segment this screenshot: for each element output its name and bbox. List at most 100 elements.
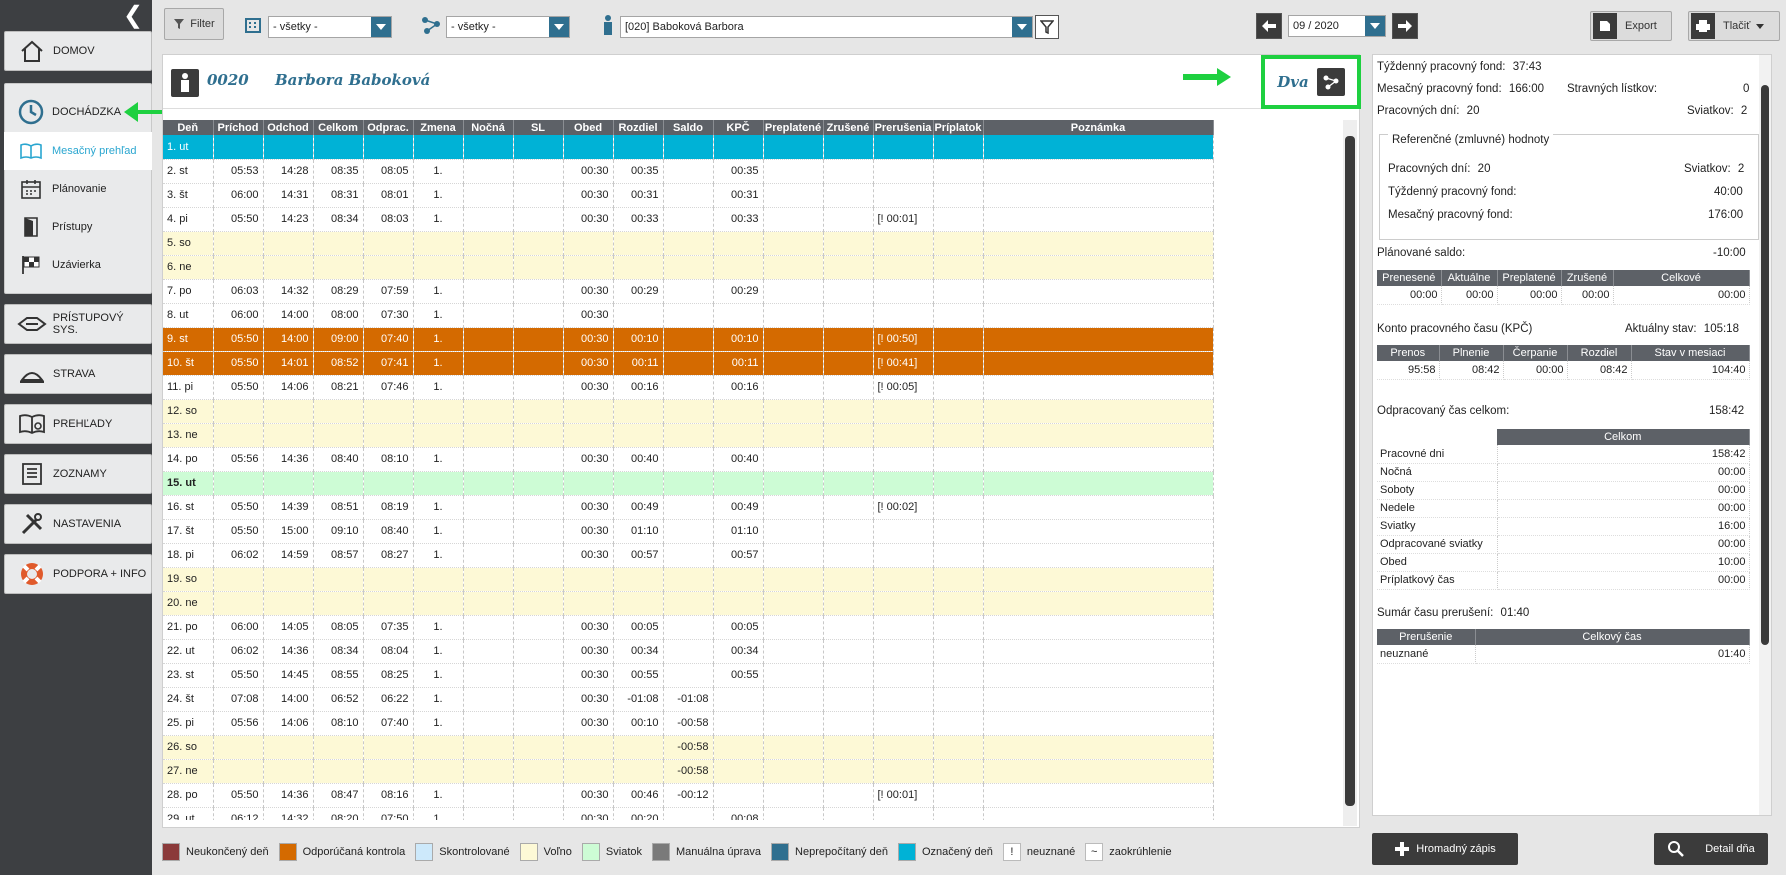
chevron-down-icon[interactable]: [1756, 23, 1765, 29]
table-row[interactable]: 10. št 05:50 14:01 08:52 07:41 1. 00:30 00:11 00…: [163, 351, 1214, 376]
nav-strava[interactable]: STRAVA: [4, 354, 152, 394]
table-row[interactable]: 29. ut 06:12 14:32 08:20 07:50 1. 00:30 00:20 00…: [163, 807, 1214, 820]
chevron-down-icon[interactable]: [371, 17, 391, 37]
table-cell: 07:35: [363, 615, 414, 640]
table-row[interactable]: 5. so: [163, 231, 1214, 256]
column-header[interactable]: Príchod: [213, 120, 264, 135]
table-cell: [363, 423, 414, 448]
table-cell: 14:36: [263, 447, 314, 472]
day-detail-button[interactable]: Detail dňa: [1654, 833, 1768, 865]
table-row[interactable]: 21. po 06:00 14:05 08:05 07:35 1. 00:30 00:05 00…: [163, 615, 1214, 640]
scrollbar-thumb[interactable]: [1345, 136, 1355, 806]
table-row[interactable]: 28. po 05:50 14:36 08:47 08:16 1. 00:30 00:46 -0…: [163, 783, 1214, 808]
print-button[interactable]: Tlačiť: [1688, 11, 1780, 41]
table-row[interactable]: 27. ne -00:58: [163, 759, 1214, 784]
employee-group[interactable]: Dva: [1261, 55, 1361, 109]
table-cell: 12. so: [163, 399, 214, 424]
scrollbar-thumb[interactable]: [1761, 85, 1769, 645]
table-row[interactable]: 23. st 05:50 14:45 08:55 08:25 1. 00:30 00:55 00…: [163, 663, 1214, 688]
table-row[interactable]: 2. st 05:53 14:28 08:35 08:05 1. 00:30 00:35 00:…: [163, 159, 1214, 184]
nav-prehlady[interactable]: PREHĽADY: [4, 404, 152, 444]
weekly-fund-value: 37:43: [1512, 61, 1542, 73]
subnav-uzavierka[interactable]: Uzávierka: [4, 246, 152, 284]
bulk-entry-button[interactable]: Hromadný zápis: [1372, 833, 1518, 865]
column-header[interactable]: Odchod: [263, 120, 314, 135]
table-cell: 00:30: [563, 807, 614, 820]
column-header[interactable]: Preplatené: [763, 120, 824, 135]
nav-pristupovy-sys[interactable]: PRÍSTUPOVÝ SYS.: [4, 304, 152, 344]
column-header[interactable]: Celkom: [313, 120, 364, 135]
magnifier-icon: [1668, 841, 1685, 857]
table-scrollbar[interactable]: [1343, 120, 1357, 826]
table-row[interactable]: 14. po 05:56 14:36 08:40 08:10 1. 00:30 00:40 00…: [163, 447, 1214, 472]
export-button[interactable]: Export: [1590, 11, 1672, 41]
table-row[interactable]: 11. pi 05:50 14:06 08:21 07:46 1. 00:30 00:16 00…: [163, 375, 1214, 400]
table-row[interactable]: 13. ne: [163, 423, 1214, 448]
subnav-planovanie[interactable]: Plánovanie: [4, 170, 152, 208]
column-header[interactable]: Odprac.: [363, 120, 414, 135]
column-header[interactable]: Poznámka: [983, 120, 1214, 135]
collapse-sidebar-icon[interactable]: ❮: [118, 2, 148, 30]
nav-zoznamy[interactable]: ZOZNAMY: [4, 454, 152, 494]
column-header[interactable]: Zmena: [413, 120, 464, 135]
table-cell: [513, 375, 564, 400]
column-header[interactable]: Príplatok: [933, 120, 984, 135]
table-row[interactable]: 3. št 06:00 14:31 08:31 08:01 1. 00:30 00:31 00:…: [163, 183, 1214, 208]
table-row[interactable]: 20. ne: [163, 591, 1214, 616]
table-row[interactable]: 12. so: [163, 399, 1214, 424]
filter-button[interactable]: Filter: [164, 8, 224, 40]
table-row[interactable]: 19. so: [163, 567, 1214, 592]
table-row[interactable]: 1. ut: [163, 135, 1214, 160]
department-filter-select[interactable]: - všetky -: [268, 16, 392, 38]
previous-month-button[interactable]: [1256, 13, 1282, 39]
table-cell: 08:31: [313, 183, 364, 208]
summary-scrollbar[interactable]: [1759, 55, 1771, 815]
table-row[interactable]: 26. so -00:58: [163, 735, 1214, 760]
legend-swatch: [581, 843, 600, 861]
column-header[interactable]: Rozdiel: [613, 120, 664, 135]
table-row[interactable]: 9. st 05:50 14:00 09:00 07:40 1. 00:30 00:10 00:…: [163, 327, 1214, 352]
table-row[interactable]: 22. ut 06:02 14:36 08:34 08:04 1. 00:30 00:34 00…: [163, 639, 1214, 664]
subnav-mesacny-prehlad[interactable]: Mesačný prehľad: [4, 132, 152, 170]
table-row[interactable]: 6. ne: [163, 255, 1214, 280]
table-row[interactable]: 24. št 07:08 14:00 06:52 06:22 1. 00:30 -01:08-…: [163, 687, 1214, 712]
nav-domov[interactable]: DOMOV: [4, 31, 152, 71]
period-select[interactable]: 09 / 2020: [1288, 15, 1386, 37]
table-cell: [983, 207, 1214, 232]
table-row[interactable]: 15. ut: [163, 471, 1214, 496]
employee-filter-button[interactable]: [1035, 15, 1059, 39]
nav-nastavenia[interactable]: NASTAVENIA: [4, 504, 152, 544]
column-header[interactable]: Nočná: [463, 120, 514, 135]
group-filter-select[interactable]: - všetky -: [446, 16, 570, 38]
ref-weekly-label: Týždenný pracovný fond:: [1388, 186, 1517, 198]
table-cell: [983, 591, 1214, 616]
table-cell: [873, 615, 934, 640]
table-row[interactable]: 16. st 05:50 14:39 08:51 08:19 1. 00:30 00:49 00…: [163, 495, 1214, 520]
nav-podpora[interactable]: PODPORA + INFO: [4, 554, 152, 594]
table-row[interactable]: 25. pi 05:56 14:06 08:10 07:40 1. 00:30 00:10 -0…: [163, 711, 1214, 736]
column-header[interactable]: Saldo: [663, 120, 714, 135]
table-row[interactable]: 7. po 06:03 14:32 08:29 07:59 1. 00:30 00:29 00:…: [163, 279, 1214, 304]
table-cell: [563, 135, 614, 160]
column-header[interactable]: SL: [513, 120, 564, 135]
employee-select[interactable]: [020] Baboková Barbora: [620, 16, 1033, 38]
table-row[interactable]: 18. pi 06:02 14:59 08:57 08:27 1. 00:30 00:57 00…: [163, 543, 1214, 568]
table-row[interactable]: 17. št 05:50 15:00 09:10 08:40 1. 00:30 01:10 01…: [163, 519, 1214, 544]
table-cell: 08:51: [313, 495, 364, 520]
next-month-button[interactable]: [1392, 13, 1418, 39]
table-cell: 17. št: [163, 519, 214, 544]
table-cell: [763, 687, 824, 712]
column-header[interactable]: Deň: [163, 120, 214, 135]
column-header[interactable]: Obed: [563, 120, 614, 135]
table-row[interactable]: 8. ut 06:00 14:00 08:00 07:30 1. 00:30: [163, 303, 1214, 328]
table-row[interactable]: 4. pi 05:50 14:23 08:34 08:03 1. 00:30 00:33 00:…: [163, 207, 1214, 232]
column-header[interactable]: KPČ: [713, 120, 764, 135]
subnav-pristupy[interactable]: Prístupy: [4, 208, 152, 246]
ref-workdays-value: 20: [1477, 163, 1491, 175]
column-header[interactable]: Prerušenia: [873, 120, 934, 135]
chevron-down-icon[interactable]: [1365, 16, 1385, 36]
chevron-down-icon[interactable]: [1012, 17, 1032, 37]
chevron-down-icon[interactable]: [549, 17, 569, 37]
table-cell: 14:23: [263, 207, 314, 232]
column-header[interactable]: Zrušené: [823, 120, 874, 135]
